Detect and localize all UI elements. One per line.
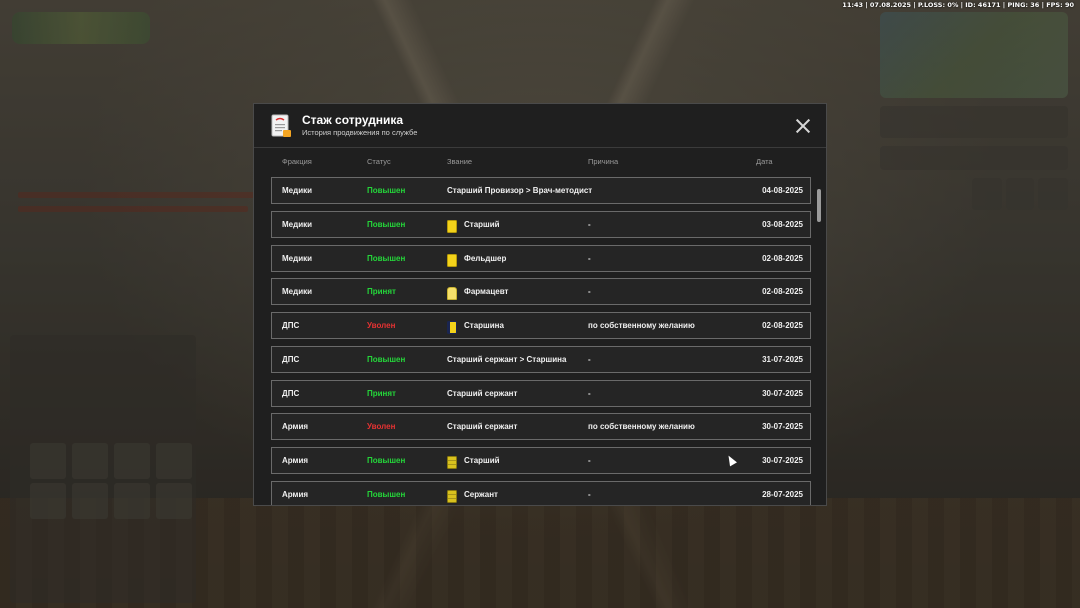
row-rank: Старший (464, 456, 500, 465)
row-date: 28-07-2025 (762, 489, 803, 499)
close-icon[interactable] (794, 117, 812, 135)
row-reason: - (588, 354, 591, 364)
row-faction: Медики (282, 253, 313, 263)
table-row[interactable]: ДПС Уволен Старшина по собственному желанию… (271, 312, 811, 339)
row-reason: по собственному желанию (588, 321, 695, 330)
row-reason: - (588, 287, 591, 297)
row-status: Уволен (367, 422, 396, 432)
modal-header: Стаж сотрудника История продвижения по с… (254, 104, 826, 148)
table-row[interactable]: ДПС Повышен Старший сержант > Старшина - 31-… (271, 345, 811, 373)
modal-title: Стаж сотрудника (302, 113, 404, 127)
row-status: Повышен (367, 186, 406, 195)
row-faction: Медики (282, 287, 313, 297)
row-reason: по собственному желанию (588, 422, 695, 432)
hud-status-line: 11:43 | 07.08.2025 | P.LOSS: 0% | ID: 46… (842, 1, 1074, 9)
row-date: 30-07-2025 (762, 456, 803, 465)
column-reason: Причина (588, 157, 619, 166)
employee-history-modal: Стаж сотрудника История продвижения по с… (253, 103, 827, 506)
column-date: Дата (756, 157, 773, 166)
row-faction: Медики (282, 186, 313, 195)
row-reason: - (588, 456, 591, 465)
rank-insignia-icon (447, 489, 457, 503)
row-status: Повышен (367, 253, 406, 263)
row-date: 30-07-2025 (762, 388, 803, 398)
column-status: Статус (367, 157, 391, 166)
row-status: Уволен (367, 321, 396, 330)
row-rank: Старший сержант (447, 422, 518, 432)
table-row[interactable]: Медики Повышен Фельдшер - 02-08-2025 (271, 244, 811, 272)
row-faction: Армия (282, 456, 309, 465)
row-rank: Старший сержант > Старшина (447, 354, 567, 364)
row-faction: ДПС (282, 354, 300, 364)
table-row[interactable]: Медики Повышен Старший - 03-08-2025 (271, 210, 811, 238)
row-status: Повышен (367, 354, 406, 364)
row-rank: Старший сержант (447, 388, 518, 398)
row-reason: - (588, 388, 591, 398)
row-reason: - (588, 219, 591, 229)
scrollbar-thumb[interactable] (817, 189, 821, 222)
row-date: 30-07-2025 (762, 422, 803, 432)
row-rank: Фельдшер (464, 253, 507, 263)
rank-insignia-icon (447, 287, 457, 301)
row-date: 02-08-2025 (762, 253, 803, 263)
row-date: 04-08-2025 (762, 186, 803, 195)
row-reason: - (588, 253, 591, 263)
row-faction: Медики (282, 219, 313, 229)
table-row[interactable]: Медики Принят Фармацевт - 02-08-2025 (271, 278, 811, 306)
row-status: Повышен (367, 219, 406, 229)
document-icon (271, 114, 291, 137)
row-date: 02-08-2025 (762, 287, 803, 297)
row-status: Повышен (367, 456, 406, 465)
row-date: 03-08-2025 (762, 219, 803, 229)
row-date: 31-07-2025 (762, 354, 803, 364)
row-rank: Старшина (464, 321, 504, 330)
row-faction: ДПС (282, 388, 300, 398)
rank-insignia-icon (447, 253, 457, 267)
row-status: Принят (367, 388, 396, 398)
rank-insignia-icon (447, 321, 457, 334)
modal-subtitle: История продвижения по службе (302, 128, 418, 137)
rank-insignia-icon (447, 456, 457, 469)
table-header: Фракция Статус Звание Причина Дата (254, 157, 826, 169)
column-faction: Фракция (282, 157, 312, 166)
row-faction: ДПС (282, 321, 300, 330)
row-rank: Старший Провизор > Врач-методист (447, 186, 593, 195)
row-faction: Армия (282, 422, 309, 432)
row-rank: Сержант (464, 489, 498, 499)
table-row[interactable]: Армия Уволен Старший сержант по собственном… (271, 413, 811, 441)
row-status: Принят (367, 287, 396, 297)
table-row[interactable]: ДПС Принят Старший сержант - 30-07-2025 (271, 379, 811, 407)
row-date: 02-08-2025 (762, 321, 803, 330)
row-status: Повышен (367, 489, 406, 499)
row-reason: - (588, 489, 591, 499)
row-rank: Фармацевт (464, 287, 509, 297)
rank-insignia-icon (447, 219, 457, 233)
row-faction: Армия (282, 489, 309, 499)
table-row[interactable]: Медики Повышен Старший Провизор > Врач-мет… (271, 177, 811, 204)
table-row[interactable]: Армия Повышен Сержант - 28-07-2025 (271, 480, 811, 505)
row-rank: Старший (464, 219, 500, 229)
column-rank: Звание (447, 157, 473, 166)
